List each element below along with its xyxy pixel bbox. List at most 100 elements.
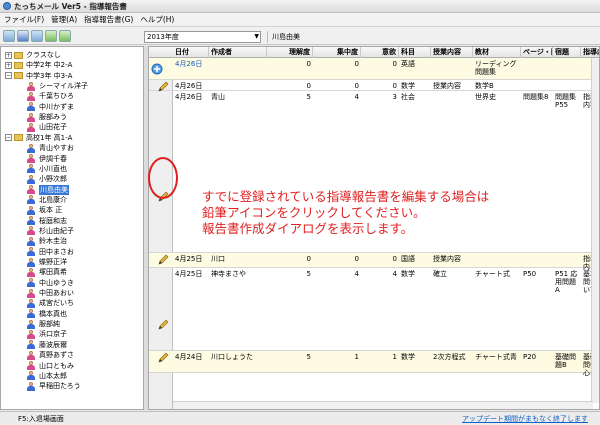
- tree-student[interactable]: シーマイル洋子: [27, 81, 88, 91]
- tree-student[interactable]: 北島康介: [27, 195, 67, 205]
- cell-subject: 数学: [401, 353, 415, 361]
- tree-item-label: 藤波辰爾: [39, 340, 67, 349]
- tree-student[interactable]: 桜庭和志: [27, 216, 67, 226]
- tree-item-label: 中山ゆうき: [39, 278, 74, 287]
- student-icon: [27, 340, 35, 350]
- status-shortcut: F5:入退場画面: [18, 414, 64, 423]
- tree-student[interactable]: 早稲田たろう: [27, 381, 81, 391]
- tree-student[interactable]: 山本太郎: [27, 371, 67, 381]
- new-report-icon[interactable]: [151, 63, 163, 75]
- tree-student[interactable]: 橋本真也: [27, 309, 67, 319]
- pencil-icon[interactable]: [157, 319, 169, 331]
- column-header[interactable]: 理解度: [267, 47, 313, 58]
- tree-student[interactable]: 小野次郎: [27, 174, 67, 184]
- collapse-icon[interactable]: −: [5, 72, 12, 80]
- tree-item-label: 千葉ちひろ: [39, 92, 74, 101]
- tree-student[interactable]: 蝶野正洋: [27, 257, 67, 267]
- student-icon: [27, 319, 35, 329]
- column-header[interactable]: 科目: [399, 47, 431, 58]
- pencil-icon[interactable]: [157, 254, 169, 266]
- tree-student[interactable]: 坂本 正: [27, 205, 62, 215]
- tree-student[interactable]: 中川かずま: [27, 102, 74, 112]
- tree-student[interactable]: 服部純: [27, 319, 60, 329]
- tree-item-label: 坂本 正: [39, 206, 63, 215]
- tree-student[interactable]: 服部みう: [27, 112, 67, 122]
- tree-student[interactable]: 青山やすお: [27, 143, 74, 153]
- student-icon: [27, 371, 35, 381]
- student-icon: [27, 278, 35, 288]
- student-tree[interactable]: + クラスなし + 中学2年 中2-A − 中学3年 中3-A シーマイル洋子 千葉ちひろ 中川…: [0, 46, 144, 410]
- cell-subject: 社会: [401, 93, 415, 101]
- cell-date: 4月25日: [175, 270, 203, 278]
- column-header[interactable]: ページ・問: [521, 47, 553, 58]
- tree-student[interactable]: 千葉ちひろ: [27, 91, 74, 101]
- selected-student: 川島由美: [267, 31, 595, 43]
- tree-student[interactable]: 塚田真希: [27, 267, 67, 277]
- cell-page: P20: [523, 353, 537, 361]
- cell-c3: 4: [392, 270, 397, 278]
- chevron-down-icon[interactable]: ▼: [254, 32, 259, 42]
- save-icon[interactable]: [31, 29, 43, 42]
- pencil-icon[interactable]: [157, 352, 169, 364]
- tree-student[interactable]: 川島由美: [27, 184, 69, 195]
- cell-subject: 国語: [401, 255, 415, 263]
- tree-student[interactable]: 鈴木圭治: [27, 236, 67, 246]
- view-icon[interactable]: [3, 29, 15, 42]
- tree-student[interactable]: 中山ゆうき: [27, 278, 74, 288]
- vertical-scrollbar[interactable]: [591, 58, 599, 403]
- tree-student[interactable]: 浜口京子: [27, 329, 67, 339]
- cell-c3: 0: [392, 60, 397, 68]
- column-header[interactable]: 宿題: [553, 47, 581, 58]
- menu-file[interactable]: ファイル(F): [4, 14, 44, 25]
- report-row[interactable]: 4月24日 川口しょうた 5 1 1 数学 2次方程式 チャート式青 P20 基礎問題B 基礎問中心…: [149, 351, 599, 377]
- tree-folder[interactable]: − 高校1年 高1-A: [5, 133, 72, 143]
- tree-student[interactable]: 山田花子: [27, 122, 67, 132]
- menu-bar: ファイル(F) 管理(A) 指導報告書(G) ヘルプ(H): [0, 13, 600, 27]
- column-header[interactable]: 意欲: [361, 47, 399, 58]
- column-header[interactable]: 教材: [473, 47, 521, 58]
- student-icon: [27, 164, 35, 174]
- year-select[interactable]: 2013年度 ▼: [144, 31, 261, 43]
- expand-icon[interactable]: +: [5, 61, 12, 69]
- cell-author: 青山: [211, 93, 225, 101]
- tree-item-label: 中川かずま: [39, 102, 74, 111]
- tree-student[interactable]: 杉山由紀子: [27, 226, 74, 236]
- menu-report[interactable]: 指導報告書(G): [84, 14, 133, 25]
- column-header[interactable]: 日付: [173, 47, 209, 58]
- tree-student[interactable]: 中田あおい: [27, 288, 74, 298]
- annotation-line-1: すでに登録されている指導報告書を編集する場合は: [202, 189, 490, 204]
- menu-help[interactable]: ヘルプ(H): [140, 14, 174, 25]
- tree-student[interactable]: 藤波辰爾: [27, 340, 67, 350]
- horizontal-scrollbar[interactable]: [173, 401, 593, 409]
- student-icon: [27, 298, 35, 308]
- list-icon[interactable]: [17, 29, 29, 42]
- report-row[interactable]: 4月26日 0 0 0 数学 授業内容 数学B: [149, 80, 599, 92]
- tree-item-label: 杉山由紀子: [39, 226, 74, 235]
- column-header[interactable]: 集中度: [313, 47, 361, 58]
- add-icon[interactable]: [45, 29, 57, 42]
- tree-item-label: 鈴木圭治: [39, 237, 67, 246]
- menu-admin[interactable]: 管理(A): [51, 14, 77, 25]
- expand-icon[interactable]: +: [5, 51, 12, 59]
- tree-folder[interactable]: + 中学2年 中2-A: [5, 60, 72, 70]
- tree-item-label: 伊調千春: [39, 154, 67, 163]
- tree-folder[interactable]: − 中学3年 中3-A: [5, 71, 72, 81]
- column-header[interactable]: 指導内: [581, 47, 599, 58]
- tree-student[interactable]: 成宮だいち: [27, 298, 74, 308]
- refresh-icon[interactable]: [59, 29, 71, 42]
- student-icon: [27, 350, 35, 360]
- tree-folder[interactable]: + クラスなし: [5, 50, 61, 60]
- report-row[interactable]: 4月25日 神寺まさや 5 4 4 数学 確立 チャート式 P50 P51 応用問題A 基本問ついて: [149, 268, 599, 351]
- update-link[interactable]: アップデート期間がまもなく終了します: [462, 414, 588, 424]
- student-icon: [27, 236, 35, 246]
- report-row[interactable]: 4月25日 川口 0 0 0 国語 授業内容 指導内: [149, 253, 599, 271]
- collapse-icon[interactable]: −: [5, 134, 12, 142]
- tree-student[interactable]: 田中まさお: [27, 247, 74, 257]
- column-header[interactable]: 授業内容: [431, 47, 473, 58]
- tree-student[interactable]: 山口ともみ: [27, 361, 74, 371]
- column-header[interactable]: 作成者: [209, 47, 267, 58]
- report-row[interactable]: 4月26日 0 0 0 英語 リーディング問題集: [149, 58, 599, 80]
- tree-student[interactable]: 小川直也: [27, 164, 67, 174]
- tree-student[interactable]: 真野あずさ: [27, 350, 74, 360]
- tree-student[interactable]: 伊調千春: [27, 154, 67, 164]
